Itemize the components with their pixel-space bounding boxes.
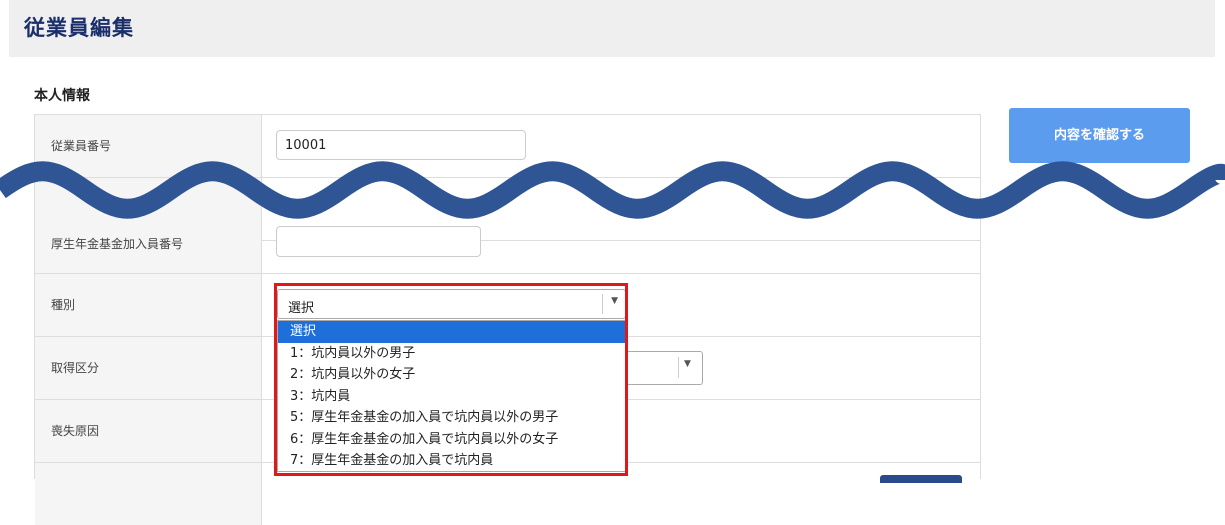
- category-option[interactable]: 2：坑内員以外の女子: [278, 364, 625, 386]
- category-select[interactable]: 選択 ▼: [277, 289, 626, 319]
- category-option[interactable]: 1：坑内員以外の男子: [278, 343, 625, 365]
- chevron-down-icon: ▼: [611, 296, 618, 306]
- category-select-value: 選択: [288, 301, 315, 316]
- bottom-button[interactable]: [880, 475, 962, 483]
- label-cell: [35, 463, 262, 525]
- pension-fund-number-input[interactable]: [276, 226, 481, 257]
- select-separator: [602, 294, 603, 314]
- label-cell: 取得区分: [35, 337, 262, 399]
- page-title: 従業員編集: [24, 16, 134, 40]
- category-dropdown: 選択 1：坑内員以外の男子 2：坑内員以外の女子 3：坑内員 5：厚生年金基金の…: [277, 320, 626, 472]
- pension-fund-number-label: 厚生年金基金加入員番号: [51, 237, 184, 251]
- select-separator: [678, 357, 679, 378]
- acquisition-type-select[interactable]: ▼: [626, 351, 703, 385]
- wave-divider: [0, 161, 1225, 219]
- row-next: [35, 463, 980, 525]
- chevron-down-icon: ▼: [684, 359, 691, 369]
- category-option[interactable]: 3：坑内員: [278, 386, 625, 408]
- category-option[interactable]: 選択: [278, 321, 625, 343]
- category-option[interactable]: 7：厚生年金基金の加入員で坑内員: [278, 450, 625, 472]
- category-option[interactable]: 6：厚生年金基金の加入員で坑内員以外の女子: [278, 429, 625, 451]
- category-label: 種別: [51, 298, 76, 312]
- acquisition-type-label: 取得区分: [51, 361, 100, 375]
- category-option[interactable]: 5：厚生年金基金の加入員で坑内員以外の男子: [278, 407, 625, 429]
- label-cell: 種別: [35, 274, 262, 336]
- page-header: 従業員編集: [9, 0, 1215, 57]
- label-cell: 喪失原因: [35, 400, 262, 462]
- section-title: 本人情報: [34, 88, 90, 104]
- loss-reason-label: 喪失原因: [51, 424, 100, 438]
